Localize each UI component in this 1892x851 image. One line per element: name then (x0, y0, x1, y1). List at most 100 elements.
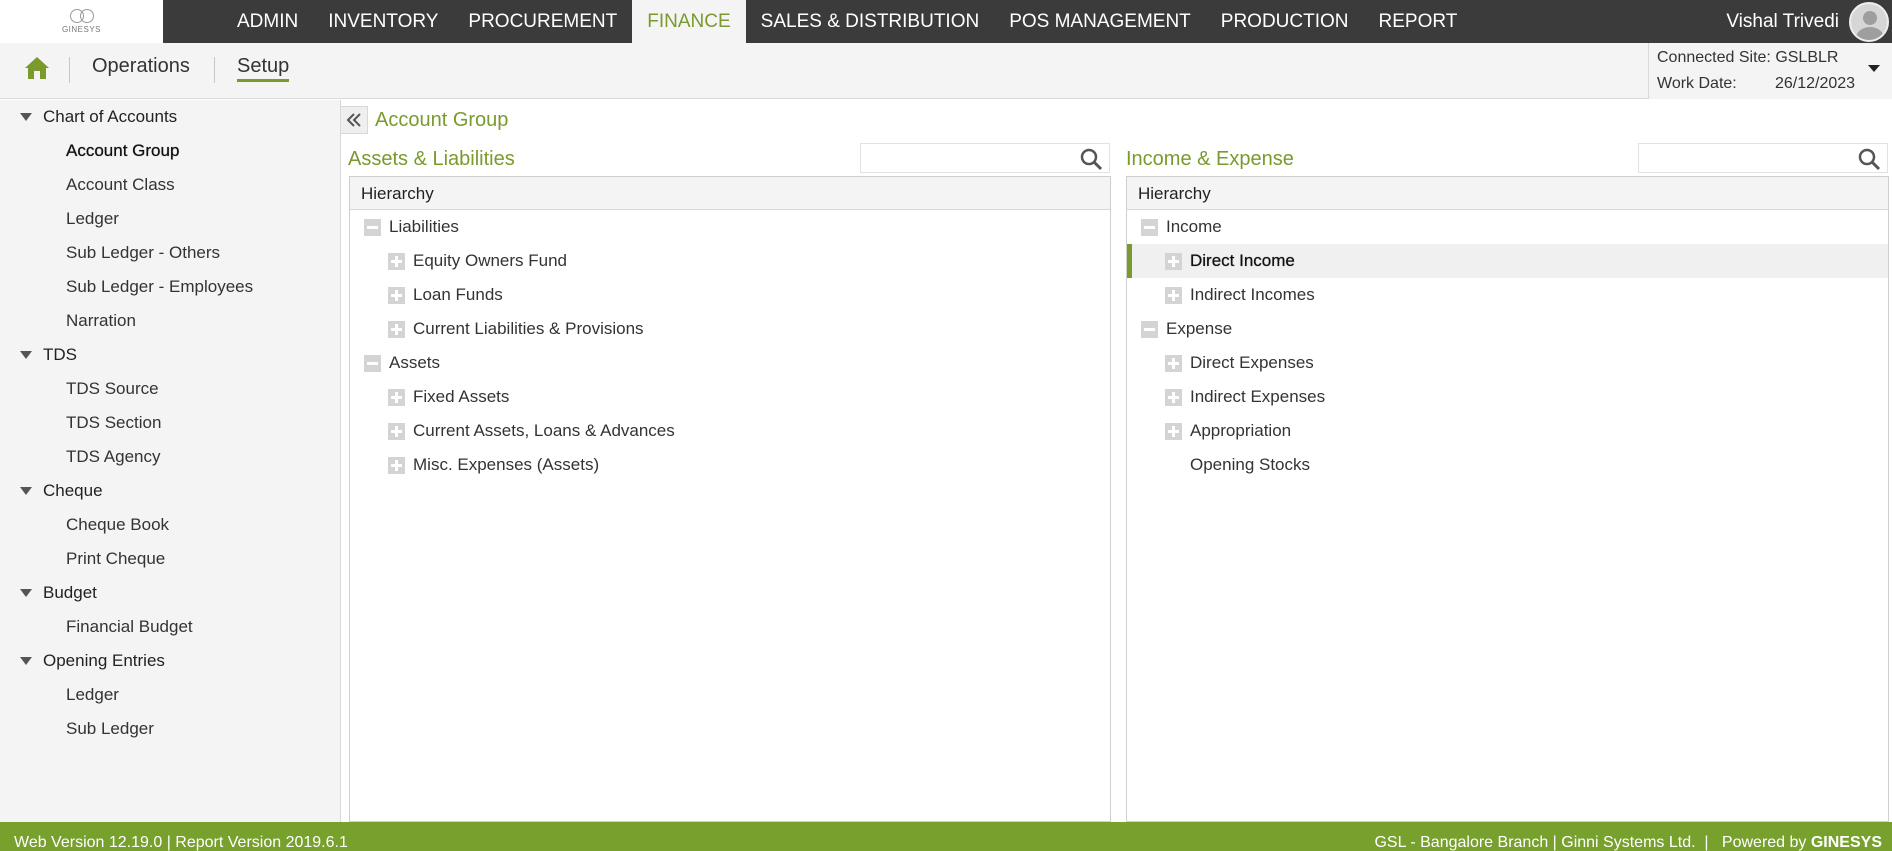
sidebar-item-sub-ledger-others[interactable]: Sub Ledger - Others (66, 243, 220, 263)
branch-info: GSL - Bangalore Branch | Ginni Systems L… (1374, 834, 1811, 851)
caret-down-icon (20, 487, 32, 495)
tab-setup[interactable]: Setup (237, 55, 290, 82)
user-menu[interactable]: Vishal Trivedi (1726, 0, 1892, 43)
sidebar-group-cheque[interactable]: Cheque (20, 481, 103, 501)
sidebar-item-account-class[interactable]: Account Class (66, 175, 175, 195)
tab-operations[interactable]: Operations (92, 55, 190, 78)
tree-node-current-assets[interactable]: Current Assets, Loans & Advances (388, 414, 675, 448)
expand-icon[interactable] (388, 286, 405, 304)
tree-node-current-liabilities[interactable]: Current Liabilities & Provisions (388, 312, 644, 346)
sub-nav-bar: Operations Setup (0, 43, 1892, 99)
collapse-icon[interactable] (1141, 320, 1158, 338)
search-icon[interactable] (1079, 147, 1103, 171)
sidebar-group-opening-entries[interactable]: Opening Entries (20, 651, 165, 671)
tree-node-direct-expenses[interactable]: Direct Expenses (1165, 346, 1314, 380)
income-search-box (1638, 143, 1888, 173)
sidebar-item-cheque-book[interactable]: Cheque Book (66, 515, 169, 535)
sidebar-group-chart-of-accounts[interactable]: Chart of Accounts (20, 107, 177, 127)
hierarchy-column-header: Hierarchy (350, 177, 1110, 210)
menu-production[interactable]: PRODUCTION (1206, 0, 1364, 43)
sidebar-item-ledger[interactable]: Ledger (66, 209, 119, 229)
home-icon[interactable] (24, 55, 50, 81)
hierarchy-column-header: Hierarchy (1127, 177, 1888, 210)
app-logo[interactable]: GINESYS (0, 0, 163, 43)
sidebar-item-tds-agency[interactable]: TDS Agency (66, 447, 161, 467)
expand-icon[interactable] (388, 252, 405, 270)
sidebar-item-tds-section[interactable]: TDS Section (66, 413, 161, 433)
expand-icon[interactable] (388, 388, 405, 406)
tree-node-liabilities[interactable]: Liabilities (364, 210, 459, 244)
assets-search-box (860, 143, 1110, 173)
expand-icon[interactable] (1165, 388, 1182, 406)
leaf-spacer (1165, 457, 1182, 474)
search-icon[interactable] (1857, 147, 1881, 171)
sidebar-item-financial-budget[interactable]: Financial Budget (66, 617, 193, 637)
assets-search-input[interactable] (861, 144, 1073, 172)
work-date-label: Work Date: (1657, 75, 1737, 92)
chevron-down-icon[interactable] (1868, 65, 1880, 72)
menu-admin[interactable]: ADMIN (222, 0, 313, 43)
connected-site-label: Connected Site: (1657, 49, 1771, 66)
income-expense-title: Income & Expense (1126, 148, 1294, 170)
work-date-value: 26/12/2023 (1775, 75, 1856, 92)
collapse-sidebar-button[interactable] (340, 106, 368, 134)
avatar[interactable] (1849, 1, 1889, 42)
menu-sales-distribution[interactable]: SALES & DISTRIBUTION (746, 0, 995, 43)
sidebar-item-account-group[interactable]: Account Group (66, 141, 179, 161)
menu-inventory[interactable]: INVENTORY (313, 0, 453, 43)
menu-procurement[interactable]: PROCUREMENT (453, 0, 632, 43)
collapse-icon[interactable] (364, 354, 381, 372)
tree-node-indirect-expenses[interactable]: Indirect Expenses (1165, 380, 1325, 414)
site-info[interactable]: Connected Site: GSLBLR Work Date: 26/12/… (1648, 43, 1892, 99)
income-search-input[interactable] (1639, 144, 1851, 172)
work-date-row: Work Date: 26/12/2023 (1657, 75, 1855, 93)
menu-report[interactable]: REPORT (1364, 0, 1473, 43)
sidebar-item-tds-source[interactable]: TDS Source (66, 379, 159, 399)
connected-site-value: GSLBLR (1775, 49, 1839, 66)
collapse-icon[interactable] (364, 218, 381, 236)
user-name: Vishal Trivedi (1726, 10, 1839, 32)
tree-node-misc-expenses[interactable]: Misc. Expenses (Assets) (388, 448, 599, 482)
company-info: GSL - Bangalore Branch | Ginni Systems L… (1374, 822, 1882, 851)
tree-node-fixed-assets[interactable]: Fixed Assets (388, 380, 509, 414)
caret-down-icon (20, 657, 32, 665)
status-footer: Web Version 12.19.0 | Report Version 201… (0, 822, 1892, 851)
expand-icon[interactable] (388, 320, 405, 338)
assets-liabilities-panel: Hierarchy Liabilities Equity Owners Fund… (349, 176, 1111, 822)
tree-node-expense[interactable]: Expense (1141, 312, 1232, 346)
sidebar-item-narration[interactable]: Narration (66, 311, 136, 331)
sidebar-group-tds[interactable]: TDS (20, 345, 77, 365)
logo-text: GINESYS (61, 25, 102, 34)
sidebar-item-print-cheque[interactable]: Print Cheque (66, 549, 165, 569)
sidebar-item-sub-ledger-employees[interactable]: Sub Ledger - Employees (66, 277, 253, 297)
tree-node-income[interactable]: Income (1141, 210, 1222, 244)
logo-rings-icon (68, 9, 96, 23)
version-info: Web Version 12.19.0 | Report Version 201… (14, 834, 348, 851)
tree-node-appropriation[interactable]: Appropriation (1165, 414, 1291, 448)
double-chevron-left-icon (346, 113, 361, 127)
sidebar-group-budget[interactable]: Budget (20, 583, 97, 603)
page-title: Account Group (375, 109, 509, 131)
sidebar-item-opening-sub-ledger[interactable]: Sub Ledger (66, 719, 154, 739)
expand-icon[interactable] (1165, 354, 1182, 372)
menu-pos-management[interactable]: POS MANAGEMENT (994, 0, 1206, 43)
tree-node-opening-stocks[interactable]: Opening Stocks (1165, 448, 1310, 482)
assets-liabilities-title: Assets & Liabilities (348, 148, 515, 170)
expand-icon[interactable] (1165, 252, 1182, 270)
divider (69, 57, 70, 83)
tree-node-indirect-incomes[interactable]: Indirect Incomes (1165, 278, 1315, 312)
sidebar-item-opening-ledger[interactable]: Ledger (66, 685, 119, 705)
collapse-icon[interactable] (1141, 218, 1158, 236)
tree-node-assets[interactable]: Assets (364, 346, 440, 380)
expand-icon[interactable] (1165, 422, 1182, 440)
tree-node-direct-income[interactable]: Direct Income (1127, 244, 1888, 278)
expand-icon[interactable] (388, 422, 405, 440)
connected-site-row: Connected Site: GSLBLR (1657, 49, 1838, 67)
divider (214, 57, 215, 83)
caret-down-icon (20, 589, 32, 597)
tree-node-equity-owners-fund[interactable]: Equity Owners Fund (388, 244, 567, 278)
menu-finance[interactable]: FINANCE (632, 0, 746, 43)
expand-icon[interactable] (1165, 286, 1182, 304)
tree-node-loan-funds[interactable]: Loan Funds (388, 278, 503, 312)
expand-icon[interactable] (388, 456, 405, 474)
